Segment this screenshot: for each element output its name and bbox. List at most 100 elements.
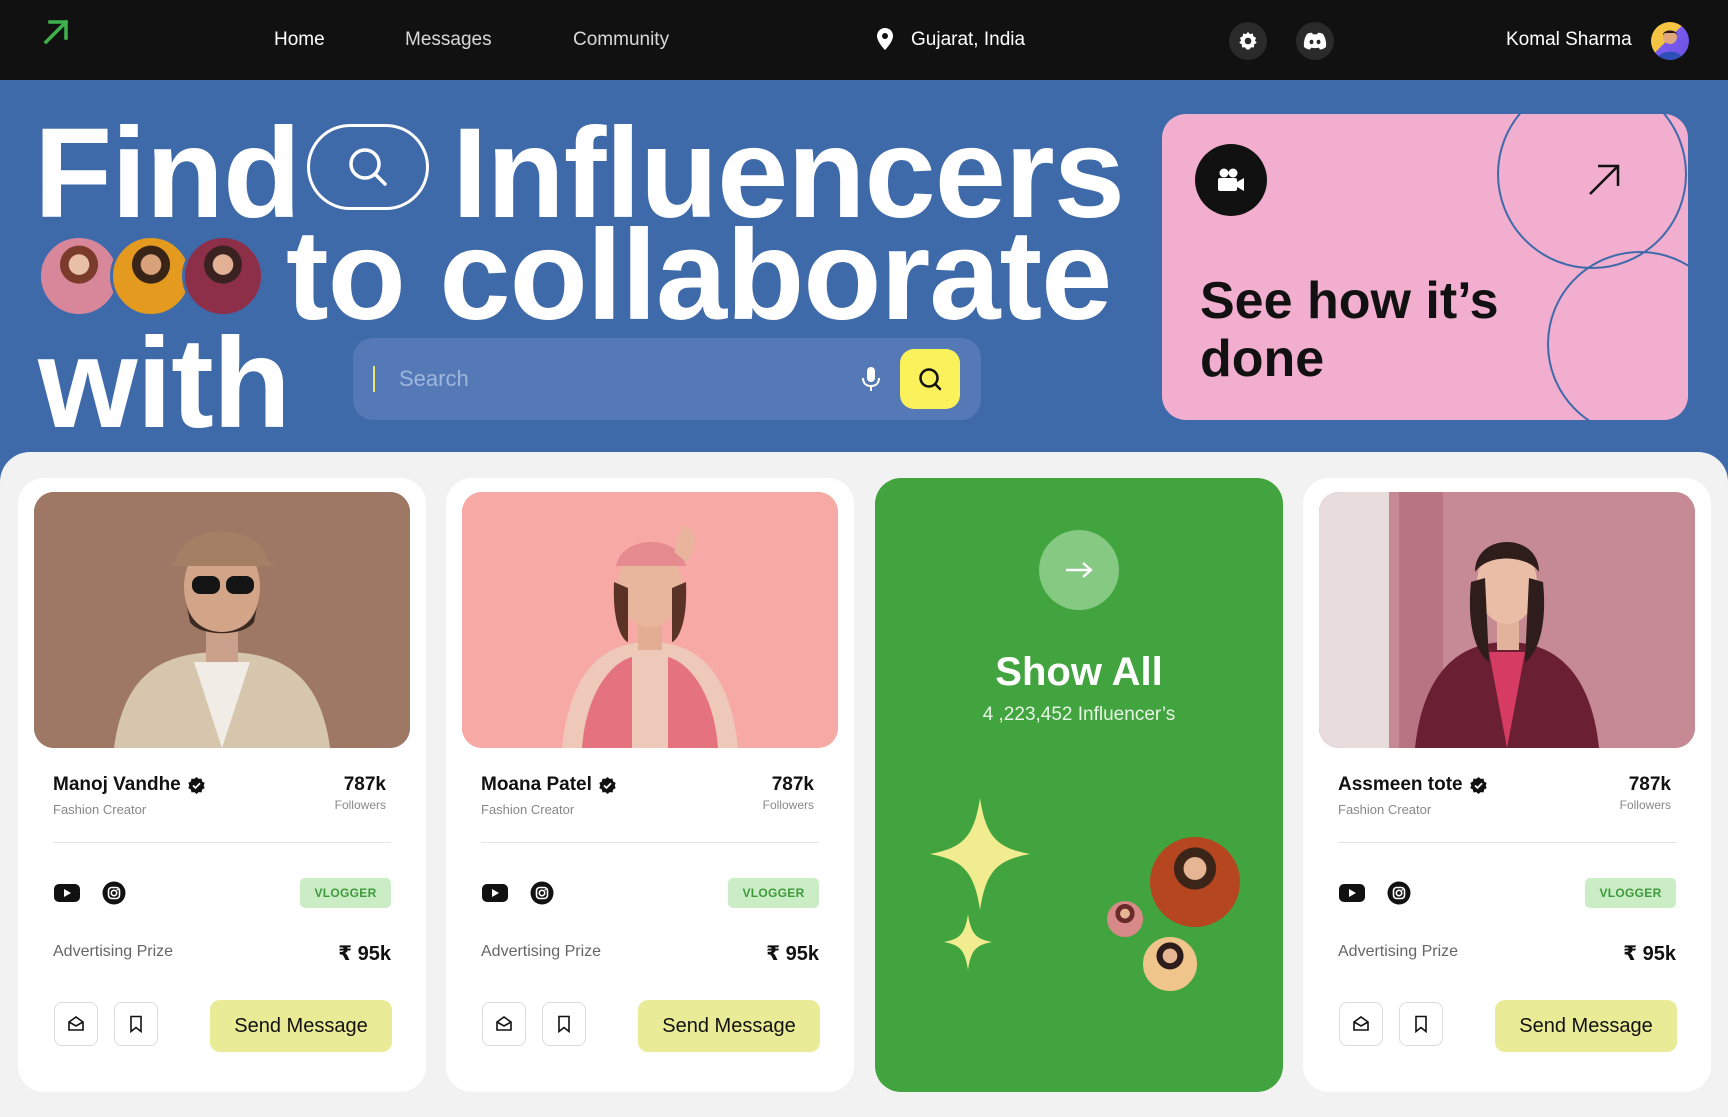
video-camera-icon	[1195, 144, 1267, 216]
microphone-icon[interactable]	[856, 364, 886, 394]
envelope-icon	[496, 1016, 512, 1031]
advertising-prize-value: ₹ 95k	[1623, 943, 1676, 965]
influencer-name[interactable]: Moana Patel	[481, 774, 592, 796]
verified-badge-icon	[599, 776, 616, 794]
influencer-count: 4 ,223,452 Influencer’s	[982, 704, 1176, 725]
text-caret	[373, 366, 375, 392]
followers-label: Followers	[762, 798, 814, 812]
influencer-cards-section: Manoj Vandhe Fashion Creator 787k Follow…	[0, 452, 1728, 1117]
instagram-icon[interactable]	[530, 881, 554, 905]
hero-headline-find: Find	[34, 102, 301, 245]
arrow-up-right-icon	[1589, 164, 1620, 195]
bookmark-icon	[1415, 1015, 1427, 1033]
verified-badge-icon	[1469, 776, 1487, 794]
influencer-photo	[462, 492, 838, 748]
how-it-works-card[interactable]: See how it’s done	[1162, 114, 1688, 420]
instagram-icon[interactable]	[102, 881, 126, 905]
bookmark-button[interactable]	[542, 1002, 586, 1046]
influencer-card: Assmeen tote Fashion Creator 787k Follow…	[1303, 478, 1711, 1092]
send-message-button[interactable]: Send Message	[638, 1000, 820, 1052]
youtube-icon[interactable]	[53, 882, 81, 904]
name-row: Moana Patel	[481, 774, 617, 796]
followers-label: Followers	[1619, 798, 1671, 812]
influencer-avatar	[1104, 898, 1146, 940]
influencer-card: Manoj Vandhe Fashion Creator 787k Follow…	[18, 478, 426, 1092]
sparkle-icon	[930, 798, 1030, 970]
bookmark-button[interactable]	[114, 1002, 158, 1046]
avatar-portrait-icon	[1657, 30, 1683, 60]
logo-arrow-icon[interactable]	[40, 16, 72, 48]
influencer-name[interactable]: Manoj Vandhe	[53, 774, 181, 796]
advertising-prize-label: Advertising Prize	[53, 943, 174, 960]
nav-community-link[interactable]: Community	[573, 29, 669, 51]
location-pin-icon	[877, 28, 893, 50]
category-tag: VLOGGER	[1585, 878, 1676, 908]
influencer-role: Fashion Creator	[481, 802, 575, 817]
gear-icon	[1239, 31, 1257, 50]
influencer-photo	[34, 492, 410, 748]
influencer-avatar	[110, 235, 192, 317]
user-name[interactable]: Komal Sharma	[1506, 29, 1632, 51]
search-icon	[349, 148, 387, 186]
top-nav: Home Messages Community Gujarat, India K…	[0, 0, 1728, 80]
divider	[1338, 842, 1676, 843]
search-button[interactable]	[900, 349, 960, 409]
influencer-avatar	[38, 235, 120, 317]
settings-button[interactable]	[1229, 22, 1267, 60]
followers-count: 787k	[771, 774, 814, 795]
influencer-photo	[1319, 492, 1695, 748]
instagram-icon[interactable]	[1387, 881, 1411, 905]
influencer-avatar	[182, 235, 264, 317]
show-all-arrow-button[interactable]	[1039, 530, 1119, 610]
hero-headline-collaborate: to collaborate	[286, 204, 1112, 347]
name-row: Manoj Vandhe	[53, 774, 206, 796]
discord-button[interactable]	[1296, 22, 1334, 60]
advertising-prize-value: ₹ 95k	[338, 943, 391, 965]
youtube-icon[interactable]	[481, 882, 509, 904]
bookmark-icon	[130, 1015, 142, 1033]
hero-section: Find Influencers to collaborate with Sea…	[0, 80, 1728, 480]
hero-headline-with: with	[38, 312, 291, 455]
influencer-avatar	[1140, 934, 1200, 994]
envelope-icon	[1353, 1016, 1369, 1031]
followers-count: 787k	[1628, 774, 1671, 795]
send-message-button[interactable]: Send Message	[1495, 1000, 1677, 1052]
youtube-icon[interactable]	[1338, 882, 1366, 904]
mail-button[interactable]	[54, 1002, 98, 1046]
promo-title: See how it’s done	[1200, 272, 1499, 389]
divider	[481, 842, 819, 843]
bookmark-icon	[558, 1015, 570, 1033]
influencer-name[interactable]: Assmeen tote	[1338, 774, 1463, 796]
followers-label: Followers	[334, 798, 386, 812]
arrow-right-icon	[1066, 562, 1093, 578]
search-input[interactable]	[399, 356, 839, 402]
followers-count: 787k	[343, 774, 386, 795]
search-icon	[919, 368, 942, 391]
influencer-avatar	[1147, 834, 1243, 930]
advertising-prize-label: Advertising Prize	[1338, 943, 1459, 960]
name-row: Assmeen tote	[1338, 774, 1488, 796]
advertising-prize-value: ₹ 95k	[766, 943, 819, 965]
category-tag: VLOGGER	[728, 878, 819, 908]
mail-button[interactable]	[1339, 1002, 1383, 1046]
advertising-prize-label: Advertising Prize	[481, 943, 602, 960]
nav-home-link[interactable]: Home	[274, 29, 325, 51]
influencer-role: Fashion Creator	[53, 802, 147, 817]
location-label[interactable]: Gujarat, India	[911, 29, 1025, 51]
envelope-icon	[68, 1016, 84, 1031]
influencer-role: Fashion Creator	[1338, 802, 1432, 817]
divider	[53, 842, 391, 843]
mail-button[interactable]	[482, 1002, 526, 1046]
category-tag: VLOGGER	[300, 878, 391, 908]
influencer-card: Moana Patel Fashion Creator 787k Followe…	[446, 478, 854, 1092]
avatar[interactable]	[1651, 22, 1689, 60]
nav-messages-link[interactable]: Messages	[405, 29, 492, 51]
verified-badge-icon	[188, 776, 205, 794]
discord-icon	[1303, 32, 1327, 50]
bookmark-button[interactable]	[1399, 1002, 1443, 1046]
show-all-card[interactable]: Show All 4 ,223,452 Influencer’s	[875, 478, 1283, 1092]
send-message-button[interactable]: Send Message	[210, 1000, 392, 1052]
search-bar	[353, 338, 981, 420]
hero-search-pill[interactable]	[307, 124, 429, 210]
show-all-title: Show All	[995, 650, 1163, 694]
